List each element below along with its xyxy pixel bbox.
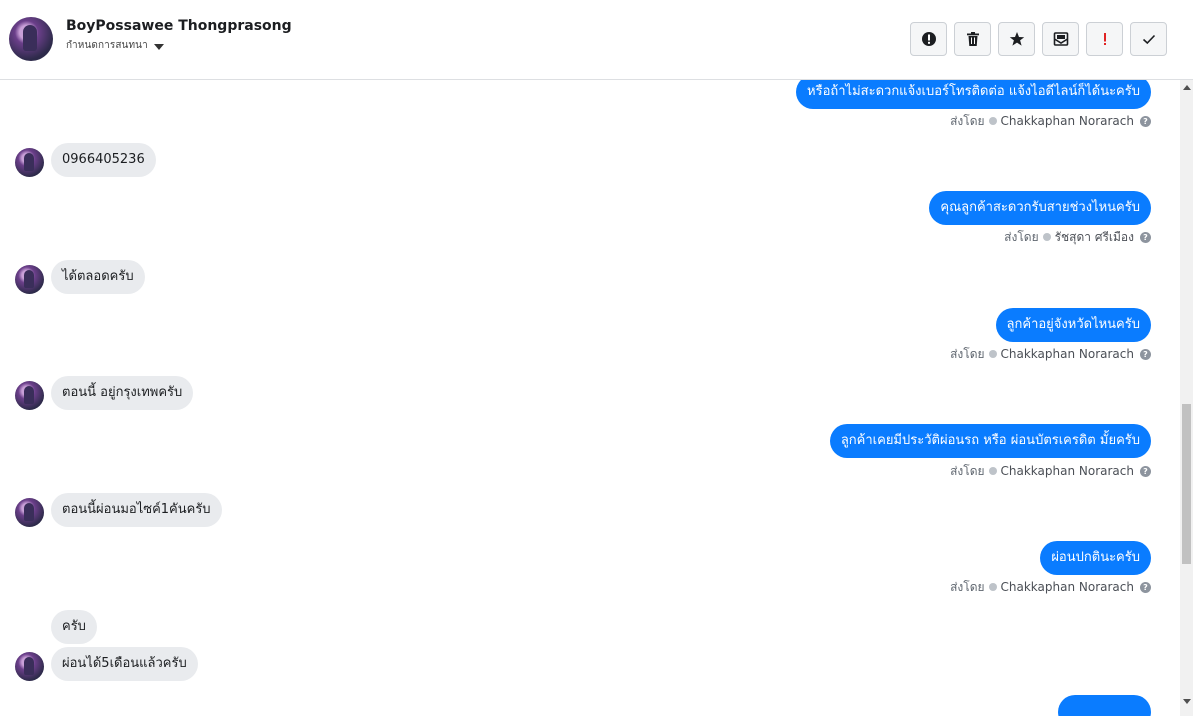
sent-by-label: ส่งโดย xyxy=(950,346,985,361)
message-thread[interactable]: หรือถ้าไม่สะดวกแจ้งเบอร์โทรติดต่อ แจ้งไอ… xyxy=(0,80,1180,716)
agent-name[interactable]: Chakkaphan Norarach xyxy=(1001,580,1134,594)
sent-by-label: ส่งโดย xyxy=(950,463,985,478)
arrow-up-icon xyxy=(1182,84,1191,90)
help-icon[interactable]: ? xyxy=(1140,581,1151,593)
incoming-message[interactable]: ได้ตลอดครับ xyxy=(51,260,145,294)
scroll-down-button[interactable] xyxy=(1180,694,1193,708)
contact-avatar-small[interactable] xyxy=(15,148,44,177)
contact-avatar-small[interactable] xyxy=(15,498,44,527)
agent-name[interactable]: Chakkaphan Norarach xyxy=(1001,114,1134,128)
page-badge-icon xyxy=(988,467,997,475)
contact-avatar-small[interactable] xyxy=(15,381,44,410)
page-badge-icon xyxy=(988,350,997,358)
sent-by-label: ส่งโดย xyxy=(950,113,985,128)
check-icon xyxy=(1142,34,1155,45)
conversation-toolbar xyxy=(910,22,1167,56)
follow-up-button[interactable] xyxy=(1086,22,1123,56)
contact-avatar-small[interactable] xyxy=(15,265,44,294)
star-button[interactable] xyxy=(998,22,1035,56)
contact-avatar[interactable] xyxy=(9,17,53,61)
mark-unread-button[interactable] xyxy=(1042,22,1079,56)
scroll-up-button[interactable] xyxy=(1180,80,1193,94)
outgoing-message[interactable]: คุณลูกค้าสะดวกรับสายช่วงไหนครับ xyxy=(929,191,1151,225)
incoming-message[interactable]: 0966405236 xyxy=(51,143,156,177)
agent-name[interactable]: Chakkaphan Norarach xyxy=(1001,347,1134,361)
incoming-message[interactable]: ครับ xyxy=(51,610,97,644)
incoming-message[interactable]: ผ่อนได้5เดือนแล้วครับ xyxy=(51,647,198,681)
scrollbar-thumb[interactable] xyxy=(1182,404,1191,564)
conversation-label: กำหนดการสนทนา xyxy=(66,40,148,51)
agent-name[interactable]: รัชสุดา ศรีเมือง xyxy=(1055,228,1134,247)
help-icon[interactable]: ? xyxy=(1140,348,1151,360)
conversation-header: BoyPossawee Thongprasong กำหนดการสนทนา xyxy=(0,0,1193,80)
incoming-message[interactable]: ตอนนี้ผ่อนมอไซค์1คันครับ xyxy=(51,493,222,527)
scrollbar[interactable] xyxy=(1180,80,1193,716)
outgoing-message[interactable]: ผ่อนปกตินะครับ xyxy=(1040,541,1151,575)
star-icon xyxy=(1009,32,1024,46)
delete-button[interactable] xyxy=(954,22,991,56)
contact-name[interactable]: BoyPossawee Thongprasong xyxy=(66,18,292,34)
outgoing-message-partial[interactable] xyxy=(1058,695,1151,716)
spam-button[interactable] xyxy=(910,22,947,56)
sent-by-line: ส่งโดย รัชสุดา ศรีเมือง ? xyxy=(1004,229,1151,245)
sent-by-line: ส่งโดย Chakkaphan Norarach ? xyxy=(950,463,1151,479)
help-icon[interactable]: ? xyxy=(1140,115,1151,127)
outgoing-message[interactable]: ลูกค้าอยู่จังหวัดไหนครับ xyxy=(995,308,1151,342)
agent-name[interactable]: Chakkaphan Norarach xyxy=(1001,464,1134,478)
trash-icon xyxy=(966,32,979,46)
sent-by-label: ส่งโดย xyxy=(1004,229,1039,244)
outgoing-message[interactable]: หรือถ้าไม่สะดวกแจ้งเบอร์โทรติดต่อ แจ้งไอ… xyxy=(796,80,1151,109)
sent-by-label: ส่งโดย xyxy=(950,579,985,594)
outgoing-message[interactable]: ลูกค้าเคยมีประวัติผ่อนรถ หรือ ผ่อนบัตรเค… xyxy=(829,424,1151,458)
sent-by-line: ส่งโดย Chakkaphan Norarach ? xyxy=(950,579,1151,595)
mark-unread-icon xyxy=(1053,32,1068,46)
help-icon[interactable]: ? xyxy=(1140,231,1151,243)
arrow-down-icon xyxy=(1182,698,1191,704)
help-icon[interactable]: ? xyxy=(1140,465,1151,477)
conversation-label-dropdown[interactable]: กำหนดการสนทนา xyxy=(66,40,164,54)
page-badge-icon xyxy=(988,117,997,125)
caret-down-icon xyxy=(153,44,164,50)
alert-circle-icon xyxy=(921,32,936,46)
done-button[interactable] xyxy=(1130,22,1167,56)
contact-avatar-small[interactable] xyxy=(15,652,44,681)
sent-by-line: ส่งโดย Chakkaphan Norarach ? xyxy=(950,113,1151,129)
incoming-message[interactable]: ตอนนี้ อยู่กรุงเทพครับ xyxy=(51,376,194,410)
page-badge-icon xyxy=(1042,233,1051,241)
exclamation-icon xyxy=(1103,33,1106,45)
page-badge-icon xyxy=(988,583,997,591)
sent-by-line: ส่งโดย Chakkaphan Norarach ? xyxy=(950,346,1151,362)
